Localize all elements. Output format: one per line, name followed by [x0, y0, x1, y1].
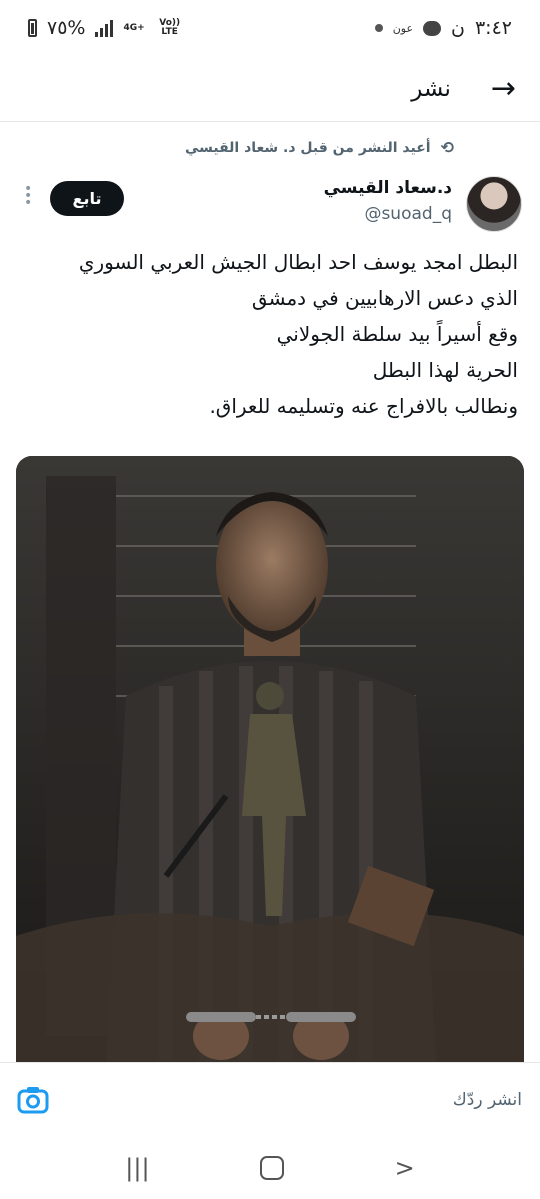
- status-time: ٣:٤٢: [474, 17, 512, 39]
- follow-button[interactable]: تابع: [50, 181, 124, 216]
- system-nav-bar: ||| >: [0, 1136, 540, 1199]
- status-right: عون ن ٣:٤٢: [374, 17, 512, 39]
- retweet-text: أعيد النشر من قبل د. شعاد القيسي: [184, 139, 431, 156]
- status-bar: ٧٥% 4G+ Vo)) LTE عون ن ٣:٤٢: [0, 0, 540, 56]
- battery-icon: [28, 19, 37, 37]
- signal-icon: [95, 19, 114, 37]
- author-handle[interactable]: @suoad_q: [324, 204, 452, 224]
- tweet-text: البطل امجد يوسف احد ابطال الجيش العربي ا…: [18, 244, 518, 424]
- back-nav-icon[interactable]: >: [395, 1154, 415, 1182]
- home-icon[interactable]: [260, 1155, 285, 1180]
- page-title: نشر: [411, 75, 451, 102]
- app-notification-icon: ن: [451, 17, 465, 39]
- author-names[interactable]: د.سعاد القيسي @suoad_q: [324, 178, 452, 224]
- chat-icon: [423, 20, 442, 36]
- avatar[interactable]: [466, 176, 522, 232]
- tweet-line: وقع أسيراً بيد سلطة الجولاني: [276, 322, 518, 346]
- tweet-photo: [16, 456, 524, 1062]
- network-type: 4G+: [123, 22, 145, 33]
- recent-apps-icon[interactable]: |||: [125, 1154, 149, 1182]
- tweet-image[interactable]: [16, 456, 524, 1062]
- top-app-bar: نشر →: [0, 56, 540, 122]
- network-name: عون: [392, 21, 414, 35]
- reply-input[interactable]: انشر ردّك: [453, 1090, 522, 1110]
- tweet-line: البطل امجد يوسف احد ابطال الجيش العربي ا…: [78, 250, 518, 274]
- notification-dot-icon: [374, 24, 383, 32]
- status-left: ٧٥% 4G+ Vo)) LTE: [28, 17, 185, 39]
- more-options-icon[interactable]: • • •: [24, 182, 32, 210]
- tweet-line: الذي دعس الارهابيين في دمشق: [251, 286, 518, 310]
- tweet-line: ونطالب بالافراج عنه وتسليمه للعراق.: [209, 394, 518, 418]
- author-display-name[interactable]: د.سعاد القيسي: [324, 178, 452, 198]
- tweet-line: الحرية لهذا البطل: [372, 358, 518, 382]
- camera-icon[interactable]: [16, 1083, 50, 1117]
- reply-bar: انشر ردّك: [0, 1062, 540, 1136]
- battery-level: ٧٥%: [47, 17, 86, 39]
- arrow-right-icon[interactable]: →: [491, 71, 516, 106]
- retweet-icon: ⟲: [440, 138, 454, 157]
- retweet-context[interactable]: ⟲ أعيد النشر من قبل د. شعاد القيسي: [185, 138, 454, 157]
- volte-indicator: Vo)) LTE: [159, 18, 181, 37]
